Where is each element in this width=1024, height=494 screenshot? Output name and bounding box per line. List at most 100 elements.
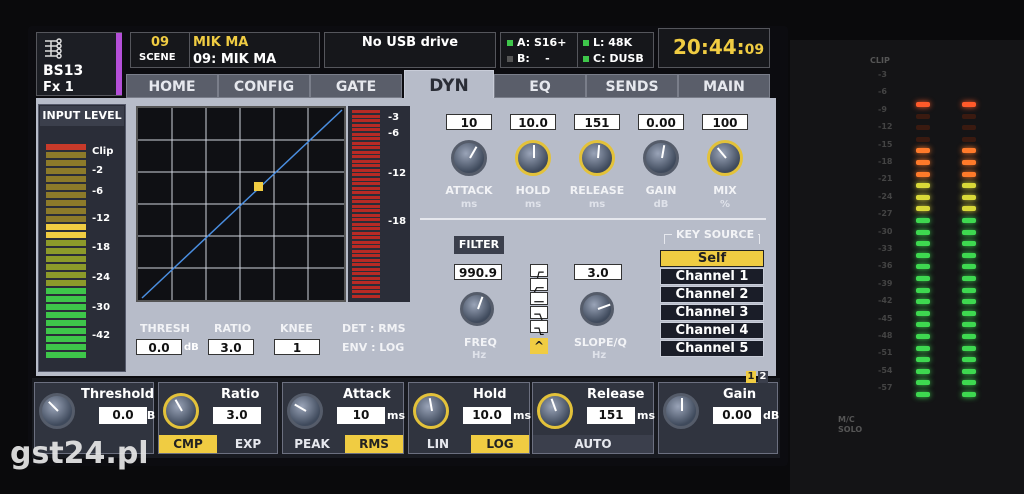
- page-2-button[interactable]: 2: [758, 371, 768, 383]
- mix-knob[interactable]: [707, 140, 743, 176]
- bottom-release[interactable]: Release 151 ms AUTO: [532, 382, 655, 454]
- release-knob[interactable]: [579, 140, 615, 176]
- gr-segment: [352, 110, 380, 113]
- mix-value[interactable]: 100: [702, 114, 748, 130]
- input-level-tick: -6: [92, 186, 104, 197]
- attack-value[interactable]: 10: [446, 114, 492, 130]
- bottom-ratio[interactable]: Ratio 3.0 CMP EXP: [158, 382, 278, 454]
- filter-shape-button[interactable]: [530, 264, 548, 280]
- key-source-selected[interactable]: Self: [660, 250, 764, 267]
- key-source-option[interactable]: Channel 4: [660, 322, 764, 339]
- scene-box[interactable]: 09 SCENE MIK MA 09: MIK MA: [130, 32, 320, 68]
- hw-meter-tick: -57: [878, 383, 893, 393]
- hw-led: [962, 287, 976, 293]
- tab-main[interactable]: MAIN: [678, 74, 770, 98]
- clock-box[interactable]: 20:44:09: [658, 28, 770, 68]
- env-label[interactable]: ENV : LOG: [342, 341, 404, 354]
- bus-label-box[interactable]: BS13 Fx 1: [36, 32, 122, 96]
- bottom-attack[interactable]: Attack 10 ms PEAK RMS: [282, 382, 405, 454]
- attack-bottom-value[interactable]: 10: [337, 407, 385, 424]
- thresh-value[interactable]: 0.0: [136, 339, 182, 355]
- hw-meter-tick: -36: [878, 261, 893, 271]
- key-source-option[interactable]: Channel 3: [660, 304, 764, 321]
- hw-meter-tick: -54: [878, 365, 893, 375]
- ratio-bottom-value[interactable]: 3.0: [213, 407, 261, 424]
- gain-unit: dB: [653, 199, 669, 210]
- filter-shape-button[interactable]: [530, 320, 548, 336]
- slope-value[interactable]: 3.0: [574, 264, 622, 280]
- page-1-button[interactable]: 1: [746, 371, 756, 383]
- hold-bottom-value[interactable]: 10.0: [463, 407, 511, 424]
- bottom-hold[interactable]: Hold 10.0 ms LIN LOG: [408, 382, 531, 454]
- bottom-gain[interactable]: Gain 0.00 dB: [658, 382, 779, 454]
- hold-value[interactable]: 10.0: [510, 114, 556, 130]
- gr-segment: [352, 177, 380, 181]
- hw-led: [962, 113, 976, 119]
- hold-knob[interactable]: [413, 393, 449, 429]
- release-knob[interactable]: [537, 393, 573, 429]
- gain-bottom-value[interactable]: 0.00: [713, 407, 761, 424]
- key-source-option[interactable]: Channel 5: [660, 340, 764, 357]
- gr-segment: [352, 231, 380, 235]
- attack-rms-option[interactable]: RMS: [345, 435, 403, 453]
- knee-value[interactable]: 1: [274, 339, 320, 355]
- det-label[interactable]: DET : RMS: [342, 322, 406, 335]
- ratio-exp-option[interactable]: EXP: [219, 435, 277, 453]
- key-source-option[interactable]: Channel 1: [660, 268, 764, 285]
- filter-freq-value[interactable]: 990.9: [454, 264, 502, 280]
- gr-segment: [352, 258, 380, 262]
- tab-gate[interactable]: GATE: [310, 74, 402, 98]
- filter-shape-button[interactable]: [530, 278, 548, 293]
- ratio-cmp-option[interactable]: CMP: [159, 435, 217, 453]
- filter-freq-knob[interactable]: [460, 292, 494, 326]
- filter-shape-button[interactable]: [530, 292, 548, 305]
- ratio-knob[interactable]: [163, 393, 199, 429]
- filter-toggle-button[interactable]: ^: [530, 338, 548, 354]
- attack-peak-option[interactable]: PEAK: [283, 435, 341, 453]
- hw-meter-tick: -30: [878, 226, 893, 236]
- release-bottom-value[interactable]: 151: [587, 407, 635, 424]
- usb-status-box[interactable]: No USB drive: [324, 32, 496, 68]
- slope-knob[interactable]: [580, 292, 614, 326]
- io-status-box[interactable]: A: S16+ B: - L: 48K C: DUSB: [500, 32, 654, 68]
- release-value[interactable]: 151: [574, 114, 620, 130]
- hw-led: [916, 380, 930, 386]
- dynamics-graph[interactable]: [136, 106, 346, 302]
- tab-eq[interactable]: EQ: [494, 74, 586, 98]
- hw-led: [916, 241, 930, 247]
- hold-log-option[interactable]: LOG: [471, 435, 529, 453]
- input-level-tick: -24: [92, 272, 111, 283]
- tab-dyn[interactable]: DYN: [404, 70, 494, 100]
- threshold-knob[interactable]: [39, 393, 75, 429]
- input-level-segment: [46, 296, 86, 302]
- hw-led: [962, 345, 976, 351]
- tab-home[interactable]: HOME: [126, 74, 218, 98]
- gr-segment: [352, 132, 380, 136]
- hold-knob[interactable]: [515, 140, 551, 176]
- hold-lin-option[interactable]: LIN: [409, 435, 467, 453]
- io-b-led: [507, 56, 513, 62]
- ratio-value[interactable]: 3.0: [208, 339, 254, 355]
- filter-shape-button[interactable]: [530, 306, 548, 321]
- io-c: C: DUSB: [583, 52, 644, 65]
- gain-value[interactable]: 0.00: [638, 114, 684, 130]
- gr-tick: -6: [388, 128, 400, 139]
- input-level-segment: [46, 312, 86, 318]
- gr-segment: [352, 123, 380, 127]
- routing-icon: [43, 37, 65, 59]
- input-level-segment: [46, 184, 86, 190]
- tab-config[interactable]: CONFIG: [218, 74, 310, 98]
- release-auto-option[interactable]: AUTO: [533, 435, 653, 453]
- attack-knob[interactable]: [451, 140, 487, 176]
- attack-knob[interactable]: [287, 393, 323, 429]
- gr-segment: [352, 159, 380, 163]
- scene-full: 09: MIK MA: [193, 52, 277, 67]
- tab-sends[interactable]: SENDS: [586, 74, 678, 98]
- key-source-option[interactable]: Channel 2: [660, 286, 764, 303]
- hw-meter-tick: -15: [878, 139, 893, 149]
- gr-tick: -18: [388, 216, 407, 227]
- gain-bottom-knob[interactable]: [663, 393, 699, 429]
- gain-knob[interactable]: [643, 140, 679, 176]
- input-level-segment: [46, 272, 86, 278]
- gr-segment: [352, 191, 380, 194]
